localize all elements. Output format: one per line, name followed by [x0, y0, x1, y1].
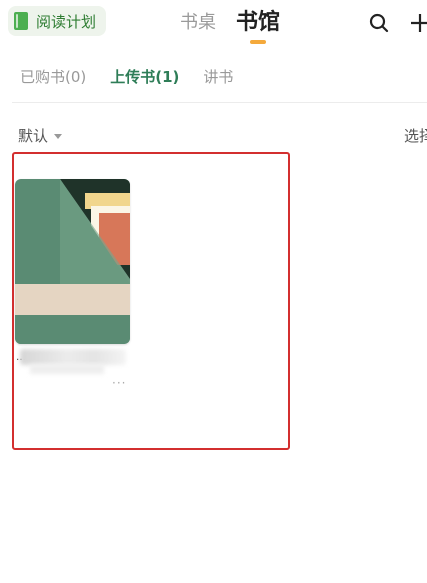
tab-uploaded[interactable]: 上传书(1): [110, 66, 179, 87]
reading-plan-label: 阅读计划: [36, 12, 97, 31]
chevron-down-icon: [54, 134, 63, 139]
tab-audio-books[interactable]: 讲书: [203, 66, 233, 87]
active-tab-indicator: [250, 40, 266, 44]
add-button[interactable]: [410, 12, 427, 34]
book-subtitle-blurred: [30, 364, 104, 374]
book-cover[interactable]: [15, 179, 130, 344]
book-title-blurred: [20, 349, 126, 365]
plus-icon: [411, 14, 427, 32]
sub-tabs: 已购书(0) 上传书(1) 讲书: [20, 66, 233, 87]
tab-purchased[interactable]: 已购书(0): [20, 66, 86, 87]
more-options-button[interactable]: ···: [112, 376, 126, 390]
sort-dropdown[interactable]: 默认: [18, 125, 63, 146]
sort-label: 默认: [18, 127, 49, 145]
reading-plan-button[interactable]: 阅读计划: [8, 6, 107, 36]
divider: [12, 102, 427, 103]
library-page: 阅读计划 书桌 书馆 已购书(0) 上传书(1) 讲书 默认 选择 ···: [0, 0, 427, 583]
book-icon: [14, 12, 30, 30]
select-button[interactable]: 选择: [404, 125, 427, 146]
tab-library[interactable]: 书馆: [236, 4, 280, 36]
book-cover-art: [15, 179, 130, 344]
tab-desk[interactable]: 书桌: [180, 8, 216, 34]
search-button[interactable]: [368, 12, 390, 34]
search-icon: [369, 13, 389, 33]
